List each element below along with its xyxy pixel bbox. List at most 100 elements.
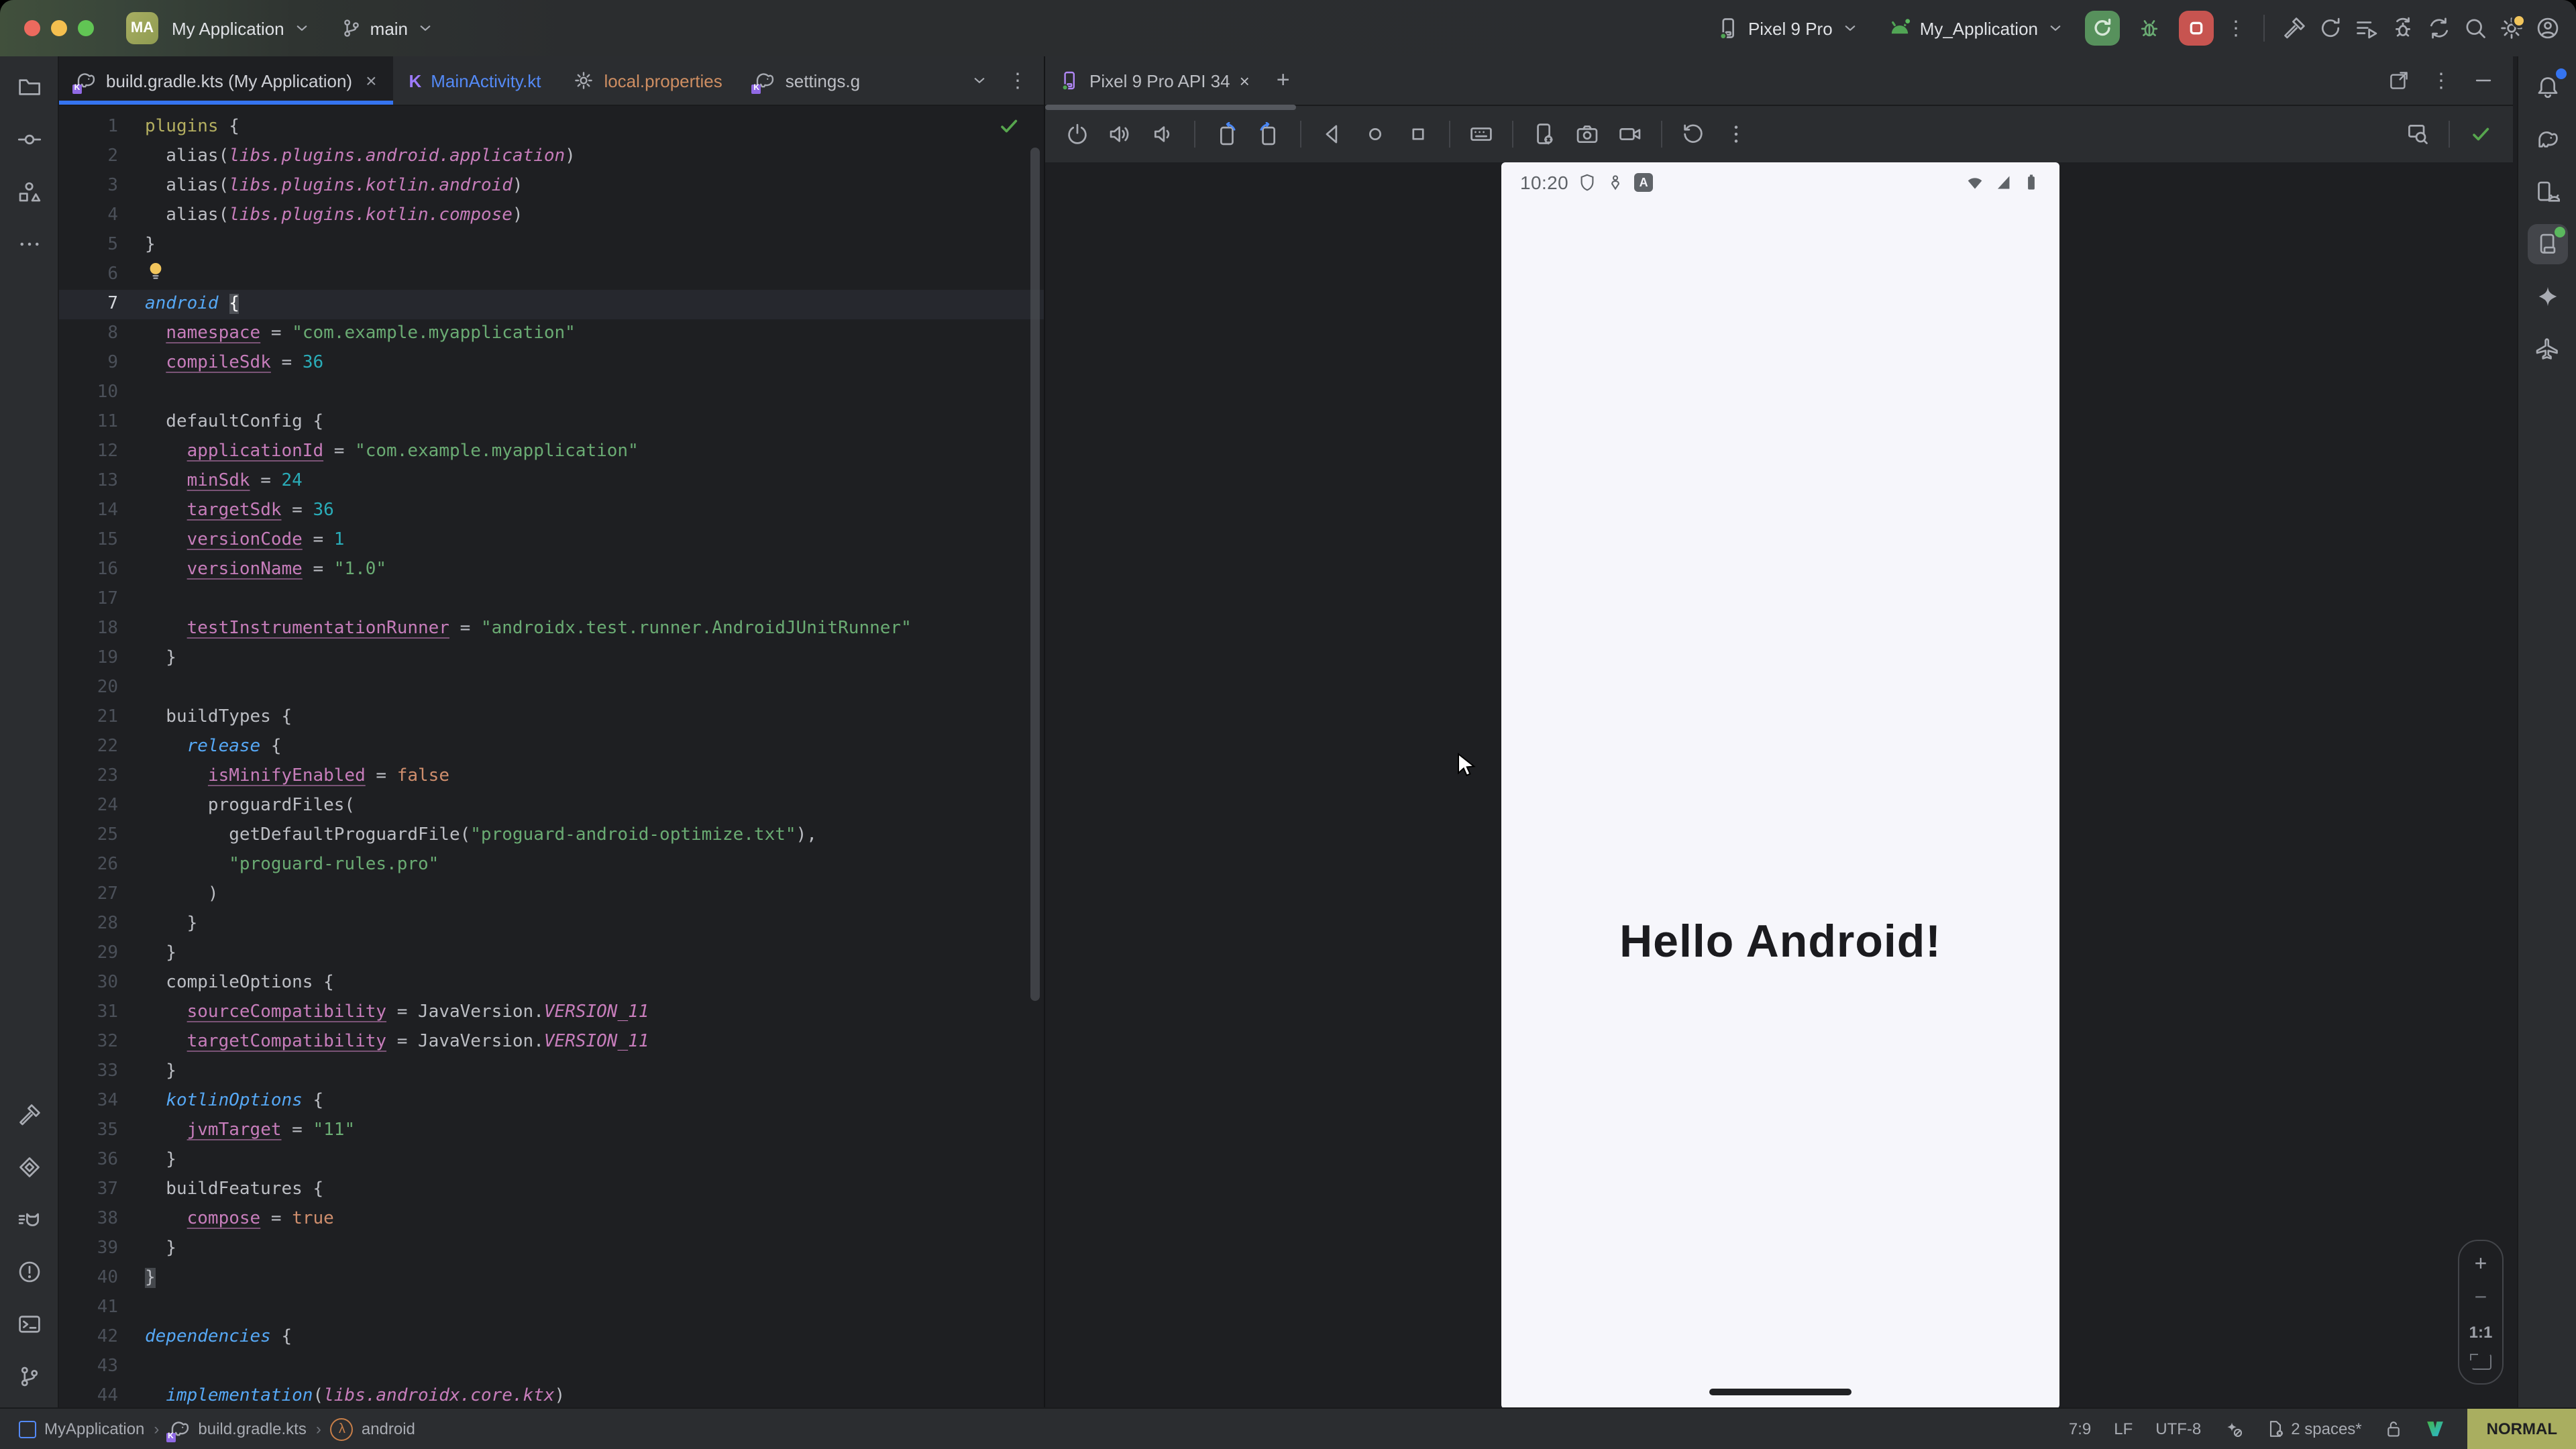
editor-tab-local.properties[interactable]: local.properties	[557, 56, 738, 105]
inspection-tool-button[interactable]	[9, 1147, 49, 1187]
run-configuration-selector[interactable]: My_Application	[1880, 11, 2073, 46]
code-line-10[interactable]: 10	[59, 378, 1044, 408]
code-line-39[interactable]: 39 }	[59, 1234, 1044, 1264]
file-encoding[interactable]: UTF-8	[2155, 1419, 2201, 1438]
build-tool-button[interactable]	[9, 1095, 49, 1135]
editor-scrollbar[interactable]	[1030, 148, 1040, 1001]
code-editor[interactable]: 1plugins {2 alias(libs.plugins.android.a…	[59, 106, 1044, 1409]
code-line-6[interactable]: 6	[59, 260, 1044, 290]
update-project-button[interactable]	[2427, 16, 2451, 40]
zoom-fit-button[interactable]	[2471, 1354, 2491, 1370]
code-line-3[interactable]: 3 alias(libs.plugins.kotlin.android)	[59, 172, 1044, 201]
editor-tab-options-button[interactable]: ⋮	[1008, 70, 1028, 91]
code-line-19[interactable]: 19 }	[59, 644, 1044, 674]
breadcrumb-android[interactable]: λandroid	[331, 1417, 415, 1440]
on-screen-keyboard-button[interactable]	[1462, 115, 1500, 153]
back-button[interactable]	[1313, 115, 1351, 153]
hide-panel-button[interactable]	[2473, 70, 2494, 91]
ai-assistant-status[interactable]	[2224, 1419, 2243, 1438]
more-run-actions-button[interactable]: ⋮	[2226, 18, 2246, 38]
search-everywhere-button[interactable]	[2463, 16, 2487, 40]
rotate-left-button[interactable]	[1208, 115, 1245, 153]
snapshot-restore-button[interactable]	[1674, 115, 1712, 153]
file-lock-status[interactable]	[2385, 1419, 2404, 1438]
preview-zoom-button[interactable]	[2399, 115, 2436, 153]
vim-plugin-indicator[interactable]	[2426, 1419, 2445, 1438]
code-line-18[interactable]: 18 testInstrumentationRunner = "androidx…	[59, 614, 1044, 644]
add-device-tab-button[interactable]: +	[1263, 67, 1303, 94]
zoom-out-button[interactable]: −	[2475, 1289, 2487, 1310]
volume-up-button[interactable]	[1102, 115, 1139, 153]
gemini-tool-button[interactable]	[2527, 276, 2567, 317]
commit-tool-button[interactable]	[9, 119, 49, 160]
notifications-tool-button[interactable]	[2527, 67, 2567, 107]
problems-tool-button[interactable]	[9, 1252, 49, 1292]
code-line-24[interactable]: 24 proguardFiles(	[59, 792, 1044, 821]
settings-button[interactable]	[2500, 16, 2524, 40]
code-line-36[interactable]: 36 }	[59, 1146, 1044, 1175]
code-line-16[interactable]: 16 versionName = "1.0"	[59, 555, 1044, 585]
rotate-right-button[interactable]	[1250, 115, 1288, 153]
code-line-28[interactable]: 28 }	[59, 910, 1044, 939]
code-line-37[interactable]: 37 buildFeatures {	[59, 1175, 1044, 1205]
code-line-23[interactable]: 23 isMinifyEnabled = false	[59, 762, 1044, 792]
zoom-in-button[interactable]: +	[2475, 1254, 2487, 1276]
more-tool-button[interactable]	[9, 224, 49, 264]
code-line-30[interactable]: 30 compileOptions {	[59, 969, 1044, 998]
caret-position[interactable]: 7:9	[2069, 1419, 2091, 1438]
code-line-4[interactable]: 4 alias(libs.plugins.kotlin.compose)	[59, 201, 1044, 231]
code-line-22[interactable]: 22 release {	[59, 733, 1044, 762]
vcs-branch-selector[interactable]: main	[341, 17, 435, 39]
inspections-ok-icon[interactable]	[998, 115, 1020, 137]
line-separator[interactable]: LF	[2114, 1419, 2133, 1438]
code-line-27[interactable]: 27 )	[59, 880, 1044, 910]
code-line-29[interactable]: 29 }	[59, 939, 1044, 969]
code-line-8[interactable]: 8 namespace = "com.example.myapplication…	[59, 319, 1044, 349]
editor-tab-build.gradle.kts[interactable]: Kbuild.gradle.kts (My Application)×	[59, 56, 392, 105]
code-line-38[interactable]: 38 compose = true	[59, 1205, 1044, 1234]
device-tab[interactable]: Pixel 9 Pro API 34 ×	[1045, 56, 1263, 105]
code-line-44[interactable]: 44 implementation(libs.androidx.core.ktx…	[59, 1382, 1044, 1409]
code-line-7[interactable]: 7android {	[59, 290, 1044, 319]
tab-scrollbar[interactable]	[1045, 105, 1296, 110]
debug-button[interactable]	[2132, 11, 2167, 46]
code-line-21[interactable]: 21 buildTypes {	[59, 703, 1044, 733]
device-manager-tool-button[interactable]	[2527, 172, 2567, 212]
code-line-15[interactable]: 15 versionCode = 1	[59, 526, 1044, 555]
close-window-button[interactable]	[24, 20, 40, 36]
minimize-window-button[interactable]	[51, 20, 67, 36]
code-line-13[interactable]: 13 minSdk = 24	[59, 467, 1044, 496]
stop-button[interactable]	[2179, 11, 2214, 46]
project-tool-button[interactable]	[9, 67, 49, 107]
build-button[interactable]	[2282, 16, 2306, 40]
indent-setting[interactable]: 2 spaces*	[2265, 1419, 2361, 1438]
more-kebab-button[interactable]	[1717, 115, 1755, 153]
rerun-button[interactable]	[2085, 11, 2120, 46]
code-line-9[interactable]: 9 compileSdk = 36	[59, 349, 1044, 378]
account-button[interactable]	[2536, 16, 2560, 40]
profiler-button[interactable]	[2391, 16, 2415, 40]
screen-record-button[interactable]	[1611, 115, 1649, 153]
running-devices-tool-button[interactable]	[2527, 224, 2567, 264]
device-screen[interactable]: 10:20 A Hello Android!	[1501, 162, 2059, 1409]
terminal-tool-button[interactable]	[9, 1304, 49, 1344]
sync-gradle-button[interactable]	[2318, 16, 2343, 40]
intention-bulb-icon[interactable]	[145, 260, 166, 282]
code-line-26[interactable]: 26 "proguard-rules.pro"	[59, 851, 1044, 880]
code-line-41[interactable]: 41	[59, 1293, 1044, 1323]
screenshot-button[interactable]	[1568, 115, 1606, 153]
vim-mode-badge[interactable]: NORMAL	[2468, 1409, 2576, 1449]
close-device-tab-icon[interactable]: ×	[1240, 70, 1250, 91]
run-tasks-button[interactable]	[2355, 16, 2379, 40]
code-line-1[interactable]: 1plugins {	[59, 113, 1044, 142]
tab-list-chevron-button[interactable]	[970, 71, 989, 90]
code-line-5[interactable]: 5}	[59, 231, 1044, 260]
gradle-tool-tool-button[interactable]	[2527, 119, 2567, 160]
close-tab-icon[interactable]: ×	[366, 70, 376, 91]
volume-down-button[interactable]	[1144, 115, 1182, 153]
logcat-tool-button[interactable]	[9, 1199, 49, 1240]
breadcrumb-build.gradle.kts[interactable]: Kbuild.gradle.kts	[168, 1418, 306, 1440]
device-settings-button[interactable]	[1525, 115, 1563, 153]
maximize-window-button[interactable]	[78, 20, 94, 36]
code-line-40[interactable]: 40}	[59, 1264, 1044, 1293]
